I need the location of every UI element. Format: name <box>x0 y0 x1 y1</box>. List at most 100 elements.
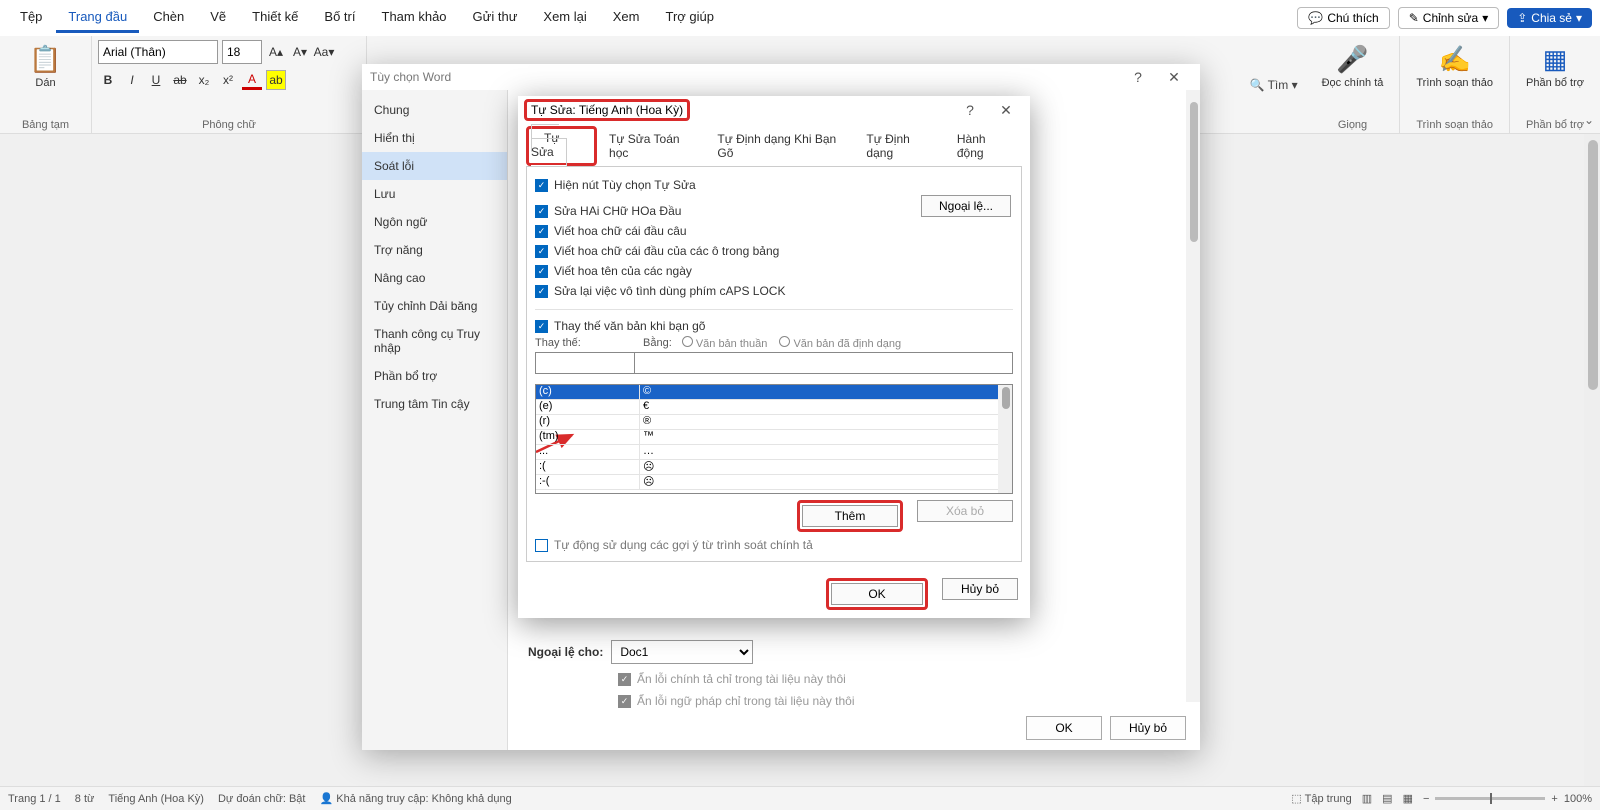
addin-button[interactable]: ▦Phần bổ trợ <box>1516 40 1594 93</box>
change-case-icon[interactable]: Aa▾ <box>314 42 334 62</box>
sidebar-advanced[interactable]: Nâng cao <box>362 264 507 292</box>
check-caps-lock[interactable]: ✓Sửa lại việc vô tình dùng phím cAPS LOC… <box>535 284 1013 298</box>
menu-insert[interactable]: Chèn <box>141 3 196 33</box>
tab-actions[interactable]: Hành động <box>945 126 1022 166</box>
menu-file[interactable]: Tệp <box>8 3 54 33</box>
exceptions-doc-combo[interactable]: Doc1 <box>611 640 753 664</box>
tab-math[interactable]: Tự Sửa Toán học <box>597 126 705 166</box>
font-name-combo[interactable] <box>98 40 218 64</box>
options-ok-button[interactable]: OK <box>1026 716 1102 740</box>
replacements-table[interactable]: (c)© (e)€ (r)® (tm)™ ...… :(☹ :-(☹ <box>535 384 1013 494</box>
strike-icon[interactable]: ab <box>170 70 190 90</box>
hide-spell-check[interactable]: ✓Ẩn lỗi chính tả chỉ trong tài liệu này … <box>618 672 1170 686</box>
menu-view[interactable]: Xem <box>601 3 652 33</box>
superscript-icon[interactable]: x² <box>218 70 238 90</box>
view-read-icon[interactable]: ▥ <box>1362 792 1372 805</box>
with-input[interactable] <box>634 352 1013 374</box>
check-day-names[interactable]: ✓Viết hoa tên của các ngày <box>535 264 1013 278</box>
options-cancel-button[interactable]: Hủy bỏ <box>1110 716 1186 740</box>
dictate-button[interactable]: 🎤Đọc chính tả <box>1312 40 1394 93</box>
font-size-combo[interactable] <box>222 40 262 64</box>
comments-button[interactable]: 💬Chú thích <box>1297 7 1389 29</box>
add-button[interactable]: Thêm <box>802 505 898 527</box>
collapse-ribbon-icon[interactable]: ⌄ <box>1584 113 1594 127</box>
replace-as-type-check[interactable]: ✓Thay thế văn bản khi bạn gõ <box>535 319 1013 333</box>
italic-icon[interactable]: I <box>122 70 142 90</box>
menu-layout[interactable]: Bố trí <box>312 3 367 33</box>
sidebar-addins[interactable]: Phần bổ trợ <box>362 362 507 390</box>
share-button[interactable]: ⇪Chia sẻ▾ <box>1507 8 1592 28</box>
sidebar-save[interactable]: Lưu <box>362 180 507 208</box>
options-scrollbar-thumb[interactable] <box>1190 102 1198 242</box>
tab-autoformat[interactable]: Tự Định dạng <box>854 126 944 166</box>
font-color-icon[interactable]: A <box>242 70 262 90</box>
status-words[interactable]: 8 từ <box>75 793 95 805</box>
close-icon[interactable]: ✕ <box>988 102 1024 119</box>
check-table-cell[interactable]: ✓Viết hoa chữ cái đầu của các ô trong bả… <box>535 244 1013 258</box>
subscript-icon[interactable]: x₂ <box>194 70 214 90</box>
sidebar-language[interactable]: Ngôn ngữ <box>362 208 507 236</box>
editing-dropdown[interactable]: ✎Chỉnh sửa▾ <box>1398 7 1500 29</box>
close-icon[interactable]: ✕ <box>1156 69 1192 86</box>
statusbar: Trang 1 / 1 8 từ Tiếng Anh (Hoa Kỳ) Dự đ… <box>0 786 1600 810</box>
sidebar-trust[interactable]: Trung tâm Tin cậy <box>362 390 507 418</box>
radio-formatted[interactable]: Văn bản đã định dạng <box>779 336 901 350</box>
paste-button[interactable]: 📋 Dán <box>6 40 85 93</box>
increase-font-icon[interactable]: A▴ <box>266 42 286 62</box>
menu-home[interactable]: Trang đầu <box>56 3 139 33</box>
tab-autocorrect[interactable]: Tự Sửa <box>531 124 567 166</box>
status-access[interactable]: 👤 Khả năng truy cập: Không khả dụng <box>319 792 511 805</box>
zoom-in-icon[interactable]: + <box>1551 793 1557 805</box>
find-button[interactable]: 🔍 Tìm ▾ <box>1250 78 1298 92</box>
zoom-slider[interactable] <box>1435 797 1545 800</box>
status-lang[interactable]: Tiếng Anh (Hoa Kỳ) <box>108 793 204 805</box>
decrease-font-icon[interactable]: A▾ <box>290 42 310 62</box>
sidebar-quick-access[interactable]: Thanh công cụ Truy nhập <box>362 320 507 362</box>
hide-grammar-check[interactable]: ✓Ẩn lỗi ngữ pháp chỉ trong tài liệu này … <box>618 694 1170 708</box>
sidebar-proofing[interactable]: Soát lỗi <box>362 152 507 180</box>
delete-button[interactable]: Xóa bỏ <box>917 500 1013 522</box>
zoom-value[interactable]: 100% <box>1564 793 1592 805</box>
editor-button[interactable]: ✍️Trình soạn thảo <box>1406 40 1503 93</box>
use-speller-check[interactable]: Tự động sử dụng các gợi ý từ trình soát … <box>535 538 1013 552</box>
sidebar-accessibility[interactable]: Trợ năng <box>362 236 507 264</box>
bold-icon[interactable]: B <box>98 70 118 90</box>
status-focus[interactable]: ⬚ Tập trung <box>1291 792 1351 805</box>
zoom-out-icon[interactable]: − <box>1423 793 1429 805</box>
table-scrollbar[interactable] <box>998 385 1012 493</box>
group-label: Bảng tạm <box>0 119 91 131</box>
options-scrollbar[interactable] <box>1186 90 1200 702</box>
view-web-icon[interactable]: ▦ <box>1403 792 1413 805</box>
highlight-icon[interactable]: ab <box>266 70 286 90</box>
scrollbar-vertical[interactable] <box>1584 134 1600 786</box>
menu-review[interactable]: Xem lại <box>531 3 598 33</box>
status-pages[interactable]: Trang 1 / 1 <box>8 793 61 805</box>
sidebar-display[interactable]: Hiển thị <box>362 124 507 152</box>
underline-icon[interactable]: U <box>146 70 166 90</box>
menu-draw[interactable]: Vẽ <box>198 3 238 33</box>
radio-plain[interactable]: Văn bản thuần <box>682 336 768 350</box>
editor-group: ✍️Trình soạn thảo Trình soạn thảo <box>1400 36 1510 133</box>
show-tips-check[interactable]: ✓Hiện nút Tùy chọn Tự Sửa <box>535 178 1013 192</box>
check-first-sentence[interactable]: ✓Viết hoa chữ cái đầu câu <box>535 224 1013 238</box>
font-group: A▴ A▾ Aa▾ B I U ab x₂ x² A ab Phông chữ <box>92 36 367 133</box>
ac-cancel-button[interactable]: Hủy bỏ <box>942 578 1018 600</box>
view-print-icon[interactable]: ▤ <box>1382 792 1392 805</box>
table-thumb[interactable] <box>1002 387 1010 409</box>
tab-autoformat-type[interactable]: Tự Định dạng Khi Bạn Gõ <box>705 126 854 166</box>
menu-references[interactable]: Tham khảo <box>370 3 459 33</box>
scrollbar-thumb[interactable] <box>1588 140 1598 390</box>
table-row: (c)© <box>536 385 1012 400</box>
replace-input[interactable] <box>535 352 635 374</box>
sidebar-general[interactable]: Chung <box>362 96 507 124</box>
exceptions-button[interactable]: Ngoại lệ... <box>921 195 1011 217</box>
menu-help[interactable]: Trợ giúp <box>654 3 727 33</box>
status-predict[interactable]: Dự đoán chữ: Bật <box>218 793 306 805</box>
sidebar-customize-ribbon[interactable]: Tủy chỉnh Dải băng <box>362 292 507 320</box>
ac-ok-button[interactable]: OK <box>831 583 923 605</box>
help-icon[interactable]: ? <box>1120 69 1156 85</box>
menu-design[interactable]: Thiết kế <box>240 3 310 33</box>
voice-group: 🎤Đọc chính tả Giọng <box>1306 36 1401 133</box>
help-icon[interactable]: ? <box>952 102 988 118</box>
menu-mailings[interactable]: Gửi thư <box>461 3 530 33</box>
